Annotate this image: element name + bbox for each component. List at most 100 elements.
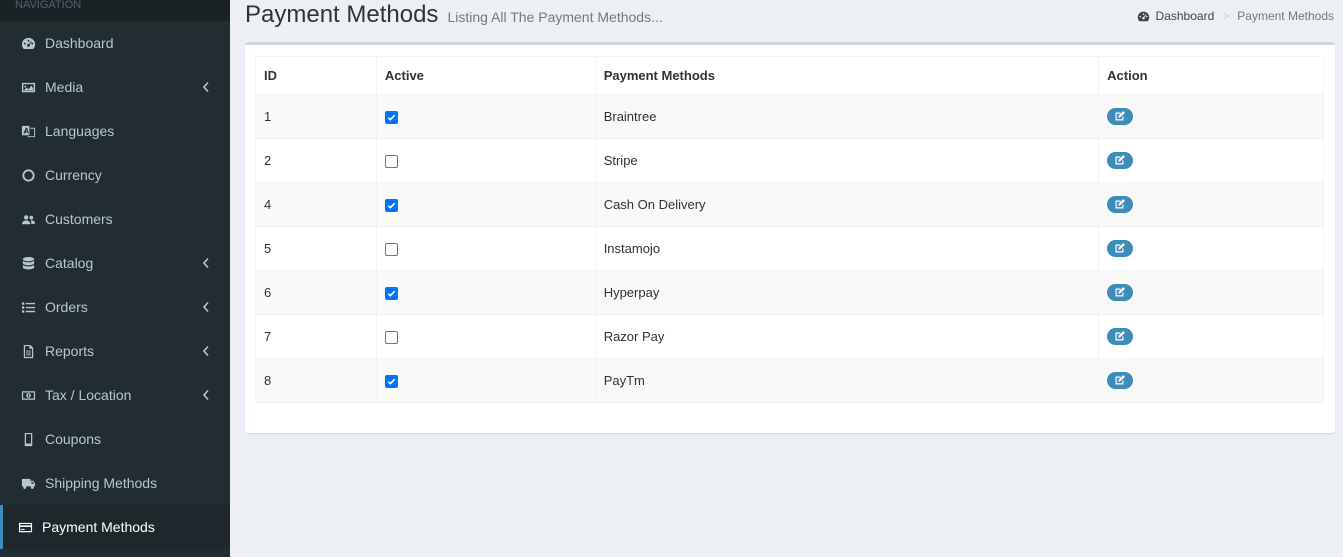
- edit-button[interactable]: [1107, 195, 1134, 213]
- cell-id: 7: [255, 314, 377, 359]
- edit-button[interactable]: [1107, 327, 1134, 345]
- cell-id: 2: [255, 138, 377, 183]
- table-row: 5 Instamojo: [255, 226, 1324, 271]
- active-checkbox[interactable]: [384, 199, 398, 213]
- cell-payment-method: Razor Pay: [594, 314, 1100, 359]
- sidebar-item-currency[interactable]: Currency: [0, 153, 230, 197]
- image-icon: [20, 79, 36, 95]
- cell-id: 6: [255, 270, 377, 315]
- edit-icon: [1115, 287, 1126, 297]
- cell-action: [1098, 314, 1324, 359]
- page-title: Payment Methods: [245, 1, 439, 28]
- column-header-active: Active: [375, 56, 596, 95]
- column-header-action: Action: [1098, 56, 1324, 95]
- breadcrumb-separator: >: [1222, 9, 1230, 23]
- truck-icon: [20, 475, 36, 491]
- sidebar-item-languages[interactable]: Languages: [0, 109, 230, 153]
- breadcrumb: Dashboard > Payment Methods: [1137, 9, 1334, 23]
- sidebar-item-label: Orders: [45, 299, 88, 315]
- sidebar-item-reports[interactable]: Reports: [0, 329, 230, 373]
- chevron-left-icon: [202, 80, 212, 94]
- breadcrumb-current: Payment Methods: [1237, 9, 1334, 23]
- active-checkbox[interactable]: [384, 331, 398, 345]
- cell-action: [1098, 226, 1324, 271]
- users-icon: [20, 211, 36, 227]
- tablet-icon: [20, 431, 36, 447]
- table-row: 2 Stripe: [255, 138, 1324, 183]
- cell-active: [375, 270, 596, 315]
- sidebar-item-media[interactable]: Media: [0, 65, 230, 109]
- sidebar-item-shipping-methods[interactable]: Shipping Methods: [0, 461, 230, 505]
- cell-active: [375, 182, 596, 227]
- sidebar-item-label: Payment Methods: [42, 519, 155, 535]
- page-subtitle: Listing All The Payment Methods...: [447, 9, 663, 25]
- sidebar-item-coupons[interactable]: Coupons: [0, 417, 230, 461]
- credit-card-icon: [17, 519, 33, 535]
- cell-payment-method: Braintree: [594, 94, 1100, 139]
- sidebar-item-label: Reports: [45, 343, 95, 359]
- cell-payment-method: Stripe: [594, 138, 1100, 183]
- language-icon: [20, 123, 36, 139]
- sidebar-item-label: Media: [45, 79, 84, 95]
- cell-active: [375, 314, 596, 359]
- list-icon: [20, 299, 36, 315]
- nav-header: NAVIGATION: [0, 0, 230, 21]
- edit-button[interactable]: [1107, 283, 1134, 301]
- active-checkbox[interactable]: [384, 375, 398, 389]
- sidebar: NAVIGATION Dashboard Media Languages Curren…: [0, 0, 230, 557]
- sidebar-item-tax-location[interactable]: Tax / Location: [0, 373, 230, 417]
- edit-icon: [1115, 199, 1126, 209]
- dashboard-icon: [20, 35, 36, 51]
- cell-active: [375, 226, 596, 271]
- sidebar-item-catalog[interactable]: Catalog: [0, 241, 230, 285]
- active-checkbox[interactable]: [384, 243, 398, 257]
- sidebar-item-label: Customers: [45, 211, 113, 227]
- check-icon: [387, 114, 396, 121]
- active-checkbox[interactable]: [384, 287, 398, 301]
- nav-list: Dashboard Media Languages Currency Customers…: [0, 21, 230, 549]
- cell-payment-method: Hyperpay: [594, 270, 1100, 315]
- sidebar-item-label: Tax / Location: [45, 387, 132, 403]
- edit-button[interactable]: [1107, 151, 1134, 169]
- edit-button[interactable]: [1107, 371, 1134, 389]
- edit-icon: [1115, 155, 1126, 165]
- cell-id: 8: [255, 358, 377, 403]
- cell-action: [1098, 182, 1324, 227]
- chevron-left-icon: [202, 344, 212, 358]
- dashboard-icon: [1137, 10, 1150, 23]
- sidebar-item-label: Languages: [45, 123, 115, 139]
- active-checkbox[interactable]: [384, 111, 398, 125]
- database-icon: [20, 255, 36, 271]
- money-icon: [20, 387, 36, 403]
- cell-id: 4: [255, 182, 377, 227]
- check-icon: [387, 202, 396, 209]
- table-header-row: ID Active Payment Methods Action: [255, 56, 1324, 95]
- cell-active: [375, 358, 596, 403]
- sidebar-item-dashboard[interactable]: Dashboard: [0, 21, 230, 65]
- cell-action: [1098, 138, 1324, 183]
- check-icon: [387, 378, 396, 385]
- cell-active: [375, 94, 596, 139]
- active-checkbox[interactable]: [384, 155, 398, 169]
- circle-icon: [20, 167, 36, 183]
- breadcrumb-home-link[interactable]: Dashboard: [1156, 9, 1215, 23]
- sidebar-item-payment-methods[interactable]: Payment Methods: [0, 505, 230, 549]
- cell-id: 5: [255, 226, 377, 271]
- sidebar-item-orders[interactable]: Orders: [0, 285, 230, 329]
- table-row: 6 Hyperpay: [255, 270, 1324, 315]
- edit-button[interactable]: [1107, 239, 1134, 257]
- sidebar-item-label: Catalog: [45, 255, 94, 271]
- payment-methods-box: ID Active Payment Methods Action 1 Braint…: [245, 42, 1335, 433]
- check-icon: [387, 290, 396, 297]
- sidebar-item-label: Currency: [45, 167, 102, 183]
- cell-action: [1098, 358, 1324, 403]
- sidebar-item-customers[interactable]: Customers: [0, 197, 230, 241]
- cell-id: 1: [255, 94, 377, 139]
- table-row: 4 Cash On Delivery: [255, 182, 1324, 227]
- main-content: Payment Methods Listing All The Payment …: [230, 0, 1343, 557]
- edit-icon: [1115, 111, 1126, 121]
- sidebar-item-label: Dashboard: [45, 35, 114, 51]
- edit-button[interactable]: [1107, 107, 1134, 125]
- column-header-payment-methods: Payment Methods: [594, 56, 1100, 95]
- payment-methods-table: ID Active Payment Methods Action 1 Braint…: [255, 56, 1324, 403]
